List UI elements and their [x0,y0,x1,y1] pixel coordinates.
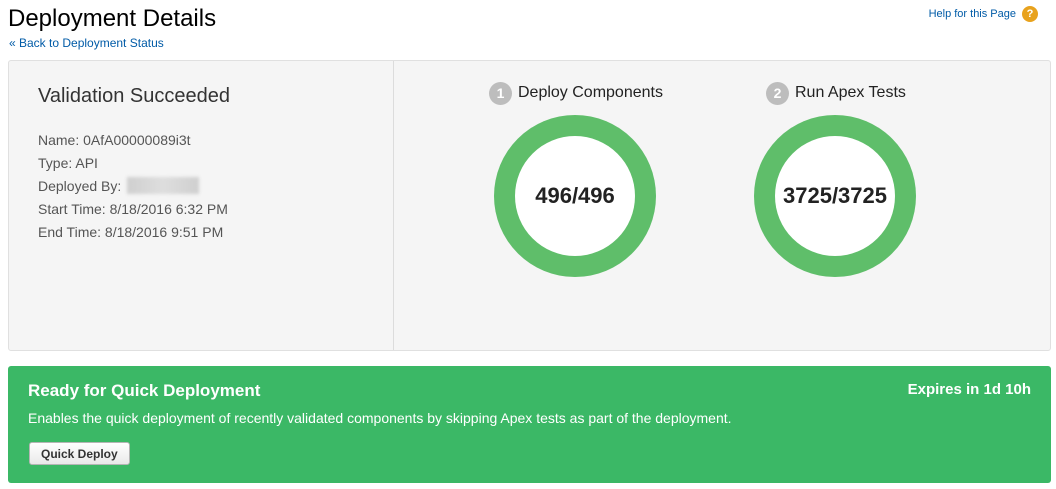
detail-row-start-time: Start Time: 8/18/2016 6:32 PM [38,198,228,221]
quick-deployment-panel: Ready for Quick Deployment Expires in 1d… [8,366,1051,483]
detail-label: Type: [38,155,73,171]
run-apex-tests-progress-ring: 3725/3725 [754,115,916,277]
step-label: Deploy Components [518,84,663,101]
back-to-deployment-status-link[interactable]: « Back to Deployment Status [9,36,164,50]
step-run-apex-tests: 2 Run Apex Tests [766,81,966,105]
step-number-badge: 2 [766,81,789,105]
help-section: Help for this Page ? [929,6,1038,22]
step-label: Run Apex Tests [795,84,906,101]
step-header: 2 Run Apex Tests [766,81,966,105]
detail-row-name: Name: 0AfA00000089i3t [38,129,228,152]
step-deploy-components: 1 Deploy Components [489,81,689,105]
question-icon[interactable]: ? [1022,6,1038,22]
detail-row-type: Type: API [38,152,228,175]
detail-label: Name: [38,132,80,148]
page-title: Deployment Details [8,5,217,32]
run-apex-tests-count: 3725/3725 [775,136,895,256]
step-header: 1 Deploy Components [489,81,689,105]
expiration-text: Expires in 1d 10h [907,381,1031,398]
detail-value: API [75,155,98,171]
deployment-info: Validation Succeeded Name: 0AfA00000089i… [9,61,394,350]
quick-deployment-title: Ready for Quick Deployment [28,381,261,400]
deployment-details-panel: Validation Succeeded Name: 0AfA00000089i… [8,60,1051,351]
detail-label: Start Time: [38,201,106,217]
deploy-components-progress-ring: 496/496 [494,115,656,277]
detail-value: 0AfA00000089i3t [83,132,191,148]
detail-value: 8/18/2016 9:51 PM [104,224,224,240]
detail-row-deployed-by: Deployed By: [38,175,228,198]
detail-row-end-time: End Time: 8/18/2016 9:51 PM [38,221,228,244]
detail-list: Name: 0AfA00000089i3t Type: API Deployed… [38,129,228,244]
quick-deployment-description: Enables the quick deployment of recently… [28,410,732,426]
help-link[interactable]: Help for this Page [929,8,1016,20]
step-number-badge: 1 [489,81,512,105]
redacted-user-name [127,177,200,194]
detail-label: End Time: [38,224,102,240]
deploy-components-count: 496/496 [515,136,635,256]
detail-label: Deployed By: [38,178,122,194]
quick-deploy-button[interactable]: Quick Deploy [29,442,130,465]
detail-value: 8/18/2016 6:32 PM [109,201,228,217]
status-title: Validation Succeeded [38,85,230,107]
